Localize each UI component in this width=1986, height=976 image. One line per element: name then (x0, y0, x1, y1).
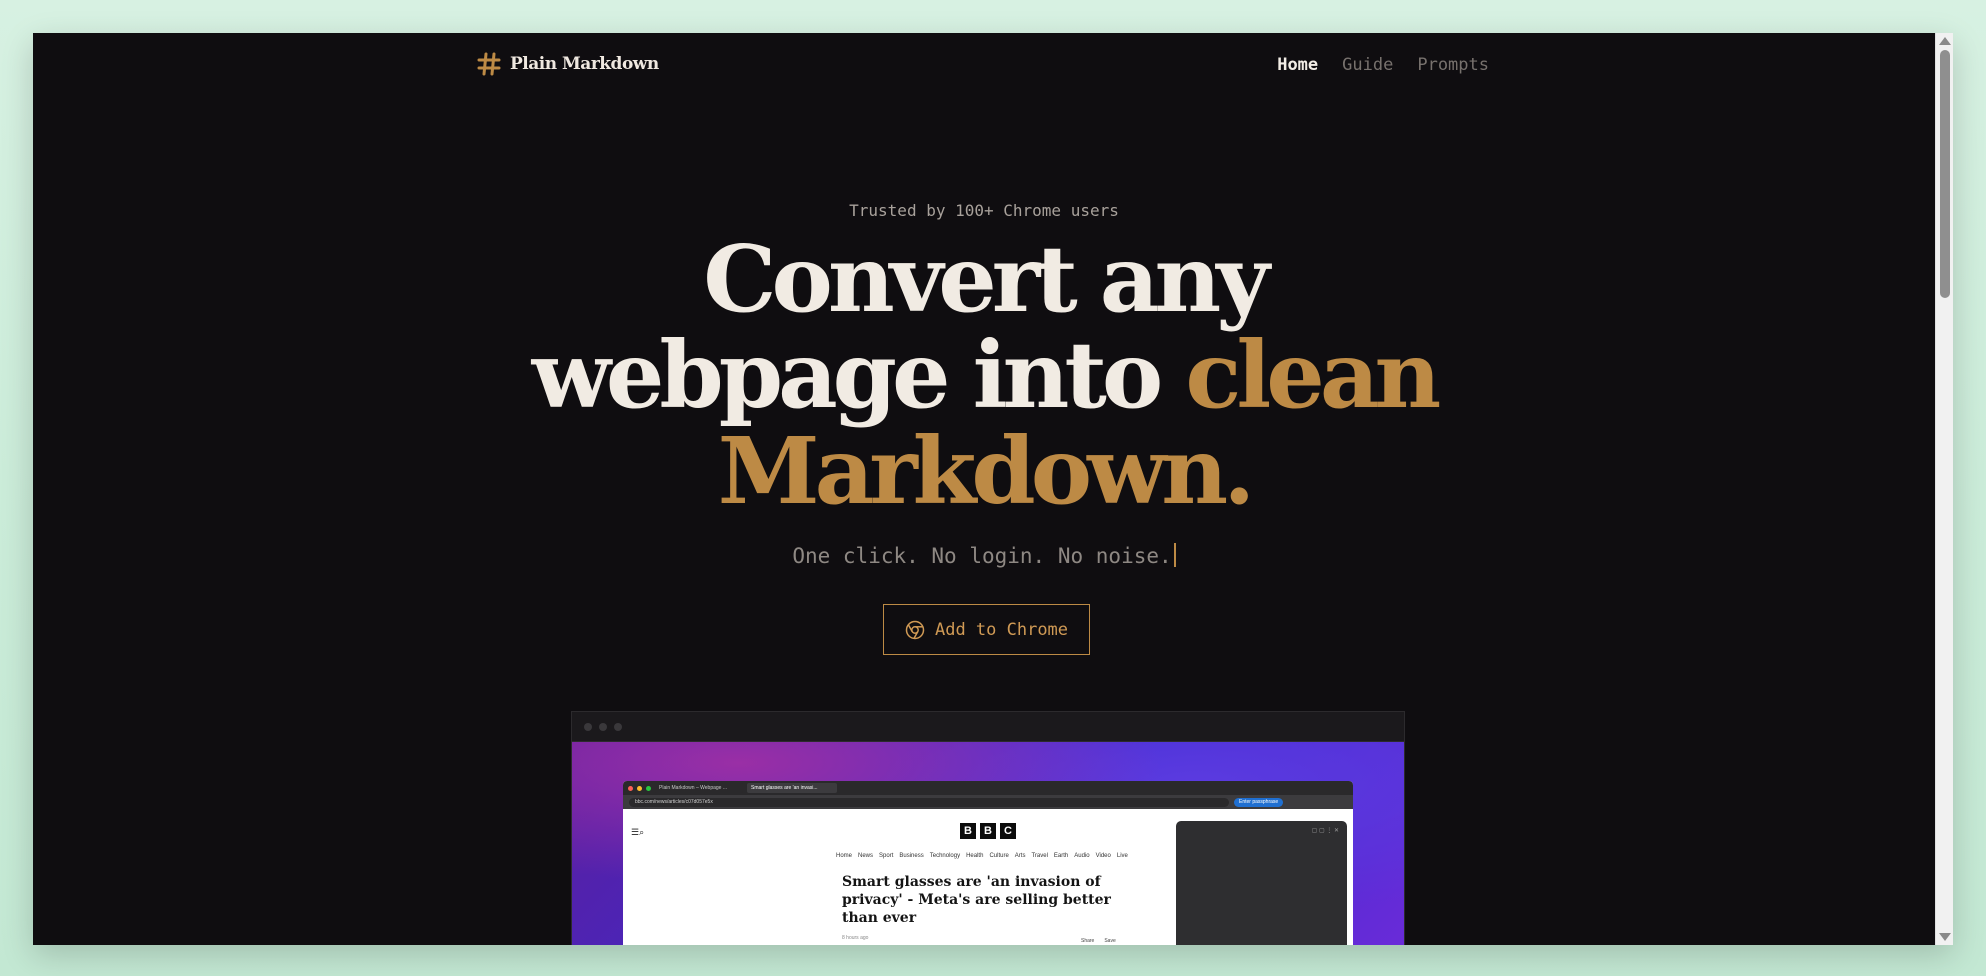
mini-passphrase-pill: Enter passphrase (1234, 797, 1284, 807)
nav-link-home[interactable]: Home (1277, 55, 1318, 75)
scrollbar-thumb[interactable] (1940, 50, 1950, 298)
bbc-letter: B (980, 823, 996, 839)
mini-tab-article: Smart glasses are 'an invasi... (747, 783, 837, 793)
text-caret (1173, 543, 1176, 567)
mini-nav-item: Health (966, 853, 984, 859)
demo-preview-window: Plain Markdown – Webpage ... Smart glass… (571, 711, 1405, 945)
mini-nav-item: Technology (929, 853, 961, 859)
browser-window: Plain Markdown Home Guide Prompts Truste… (33, 33, 1953, 945)
window-dot (599, 722, 607, 731)
mini-nav-item: Business (899, 853, 924, 859)
nav-link-prompts[interactable]: Prompts (1417, 55, 1489, 75)
hero-title-accent-markdown: Markdown. (717, 417, 1255, 525)
mini-minimize-dot (637, 785, 642, 791)
main-nav: Home Guide Prompts (1277, 55, 1489, 75)
mini-nav-item: Video (1095, 853, 1111, 859)
add-to-chrome-label: Add to Chrome (934, 619, 1069, 640)
hero-eyebrow: Trusted by 100+ Chrome users (849, 201, 1119, 220)
demo-window-bar (572, 712, 1404, 742)
mini-article-time: 8 hours ago (842, 935, 869, 941)
mini-url: bbc.com/news/articles/c07d057e5x (629, 797, 1229, 807)
mini-nav-item: News (858, 853, 874, 859)
scroll-down-arrow-icon[interactable] (1939, 933, 1951, 941)
hero-title-line2a: webpage into (531, 321, 1186, 429)
mini-nav-item: Earth (1053, 853, 1069, 859)
nav-link-guide[interactable]: Guide (1342, 55, 1393, 75)
mini-article-headline: Smart glasses are 'an invasion of privac… (842, 874, 1111, 926)
add-to-chrome-button[interactable]: Add to Chrome (883, 604, 1090, 655)
mini-nav-item: Home (836, 853, 853, 859)
mini-panel-icons: ▢ ▢ ⋮ ✕ (1311, 828, 1339, 834)
scroll-up-arrow-icon[interactable] (1939, 37, 1951, 45)
mini-maximize-dot (646, 785, 651, 791)
mini-site-nav: Home News Sport Business Technology Heal… (836, 853, 1128, 859)
window-dot (614, 722, 622, 731)
mini-nav-item: Audio (1074, 853, 1090, 859)
bbc-letter: C (1000, 823, 1016, 839)
page-viewport: Plain Markdown Home Guide Prompts Truste… (33, 33, 1935, 945)
mini-nav-item: Sport (879, 853, 894, 859)
hero-title: Convert any webpage into clean Markdown. (33, 231, 1935, 519)
mini-extension-panel: ▢ ▢ ⋮ ✕ (1176, 821, 1347, 945)
mini-nav-item: Live (1116, 853, 1128, 859)
hash-icon (477, 52, 501, 76)
demo-browser-screenshot: Plain Markdown – Webpage ... Smart glass… (623, 781, 1353, 945)
mini-share-label: Share (1081, 938, 1095, 944)
hero-title-accent-clean: clean (1185, 321, 1441, 429)
window-dot (584, 722, 592, 731)
mini-nav-item: Arts (1014, 853, 1026, 859)
hero-subtitle: One click. No login. No noise. (33, 543, 1935, 568)
vertical-scrollbar[interactable] (1935, 33, 1953, 945)
mini-tab-plain-markdown: Plain Markdown – Webpage ... (655, 783, 743, 793)
bbc-logo: B B C (960, 823, 1016, 839)
hero-subtitle-text: One click. No login. No noise. (792, 544, 1172, 568)
hero-title-line1: Convert any (703, 225, 1269, 333)
mini-nav-item: Travel (1031, 853, 1048, 859)
mini-tab-bar: Plain Markdown – Webpage ... Smart glass… (623, 781, 1353, 795)
logo-text: Plain Markdown (510, 54, 659, 74)
mini-address-bar: bbc.com/news/articles/c07d057e5x Enter p… (623, 795, 1353, 809)
mini-close-dot (628, 785, 633, 791)
mini-save-label: Save (1104, 938, 1116, 944)
mini-nav-item: Culture (989, 853, 1009, 859)
mini-menu-search-icon: ☰⌕ (631, 827, 645, 837)
bbc-letter: B (960, 823, 976, 839)
chrome-icon (905, 620, 925, 639)
mini-share-save: Share Save (1081, 938, 1116, 944)
site-logo[interactable]: Plain Markdown (476, 51, 659, 77)
demo-stage: Plain Markdown – Webpage ... Smart glass… (572, 742, 1404, 945)
